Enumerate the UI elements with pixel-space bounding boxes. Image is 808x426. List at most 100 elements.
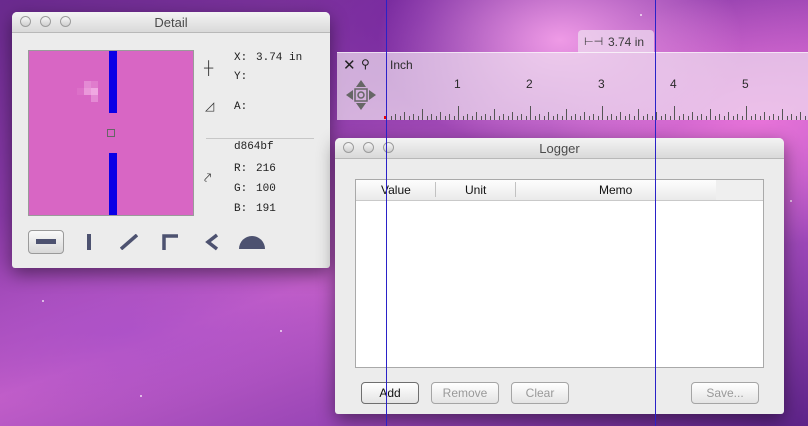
ruler-tick: [786, 116, 788, 120]
ruler-number: 4: [670, 77, 677, 91]
logger-window: Logger Value Unit Memo Add Remove Clear …: [335, 138, 784, 414]
arrow-angle-tool-button[interactable]: [194, 230, 230, 254]
ruler-number: 1: [454, 77, 461, 91]
ruler-tick: [489, 116, 491, 120]
divider: [206, 138, 314, 139]
ruler-tick: [449, 114, 450, 120]
ruler-tick: [602, 106, 603, 120]
add-button[interactable]: Add: [361, 382, 419, 404]
ruler-tick: [543, 116, 545, 120]
corner-angle-tool-button[interactable]: [152, 230, 188, 254]
ruler-tick: [503, 114, 504, 120]
ruler-unit-label[interactable]: Inch: [390, 58, 413, 72]
ruler-tick: [408, 116, 410, 120]
ruler-tick: [678, 116, 680, 120]
ruler-tick: [746, 106, 747, 120]
guide-line-zoomed: [109, 153, 117, 215]
ruler-tick: [426, 116, 428, 120]
ruler-tick: [467, 114, 468, 120]
guide-line-zoomed: [109, 51, 117, 113]
ruler-tick: [530, 106, 531, 120]
ruler-tick: [534, 116, 536, 120]
ruler-tick: [413, 114, 414, 120]
ruler-tick: [683, 114, 684, 120]
ruler-tick: [768, 116, 770, 120]
ruler-tick: [615, 116, 617, 120]
horizontal-line-tool-button[interactable]: [28, 230, 64, 254]
save-button[interactable]: Save...: [691, 382, 759, 404]
ruler-tick: [642, 116, 644, 120]
column-header-memo[interactable]: Memo: [599, 183, 632, 197]
x-value: 3.74 in: [256, 52, 303, 64]
ruler-tick: [728, 112, 729, 120]
ruler-tick: [494, 109, 495, 120]
ruler-tick: [696, 116, 698, 120]
ruler-measure-value: 3.74 in: [608, 35, 645, 49]
arrow-angle-icon: [205, 233, 219, 251]
vertical-line-tool-button[interactable]: [71, 230, 107, 254]
table-header: Value Unit Memo: [356, 180, 716, 201]
ruler-tick: [633, 116, 635, 120]
column-divider[interactable]: [515, 182, 516, 197]
ruler-tick: [399, 116, 401, 120]
ruler-tick: [584, 112, 585, 120]
remove-button[interactable]: Remove: [431, 382, 499, 404]
angle-icon: ◿: [205, 99, 215, 113]
protractor-tool-button[interactable]: [234, 230, 270, 254]
y-label: Y:: [234, 71, 248, 83]
clear-button[interactable]: Clear: [511, 382, 569, 404]
ruler-tick: [431, 114, 432, 120]
ruler-tick: [692, 112, 693, 120]
column-header-unit[interactable]: Unit: [465, 183, 486, 197]
ruler-tick: [557, 114, 558, 120]
screen-ruler[interactable]: ✕ ⚲ Inch 1 2 3 4 5: [337, 52, 808, 120]
ruler-tick: [570, 116, 572, 120]
ruler-tick: [498, 116, 500, 120]
ruler-tick: [800, 112, 801, 120]
g-label: G:: [234, 183, 248, 195]
ruler-tick: [440, 112, 441, 120]
ruler-number: 5: [742, 77, 749, 91]
ruler-tick: [795, 116, 797, 120]
vertical-guide-line[interactable]: [386, 0, 387, 426]
ruler-tick: [723, 116, 725, 120]
pin-icon[interactable]: ⚲: [361, 57, 370, 71]
move-handle-icon[interactable]: [345, 79, 377, 111]
detail-window-title: Detail: [154, 15, 188, 30]
ruler-tick: [404, 112, 405, 120]
hex-value: d864bf: [234, 141, 274, 153]
ruler-tick: [701, 114, 702, 120]
logger-titlebar[interactable]: Logger: [335, 138, 784, 159]
g-value: 100: [256, 183, 276, 195]
ruler-tick: [764, 112, 765, 120]
diagonal-line-tool-button[interactable]: [111, 230, 147, 254]
magnifier-loupe: [28, 50, 194, 216]
close-icon[interactable]: ✕: [343, 56, 356, 74]
target-pixel-marker: [107, 129, 115, 137]
ruler-tick: [750, 116, 752, 120]
r-label: R:: [234, 163, 248, 175]
corner-angle-icon: [162, 234, 178, 250]
ruler-tick: [471, 116, 473, 120]
protractor-icon: [239, 236, 265, 249]
vertical-guide-line[interactable]: [655, 0, 656, 426]
ruler-tick: [566, 109, 567, 120]
column-divider[interactable]: [435, 182, 436, 197]
ruler-tick: [773, 114, 774, 120]
b-label: B:: [234, 203, 248, 215]
ruler-tick: [791, 114, 792, 120]
ruler-measure-tab: ⊢⊣ 3.74 in: [578, 30, 654, 53]
ruler-tick: [674, 106, 675, 120]
ruler-tick: [741, 116, 743, 120]
ruler-tick: [548, 112, 549, 120]
ruler-tick: [656, 112, 657, 120]
ruler-tick: [647, 114, 648, 120]
detail-titlebar[interactable]: Detail: [12, 12, 330, 33]
ruler-tick: [624, 116, 626, 120]
ruler-tick: [651, 116, 653, 120]
header-filler: [716, 180, 763, 201]
ruler-tick: [575, 114, 576, 120]
ruler-tick: [732, 116, 734, 120]
ruler-tick: [417, 116, 419, 120]
log-table[interactable]: Value Unit Memo: [355, 179, 764, 368]
